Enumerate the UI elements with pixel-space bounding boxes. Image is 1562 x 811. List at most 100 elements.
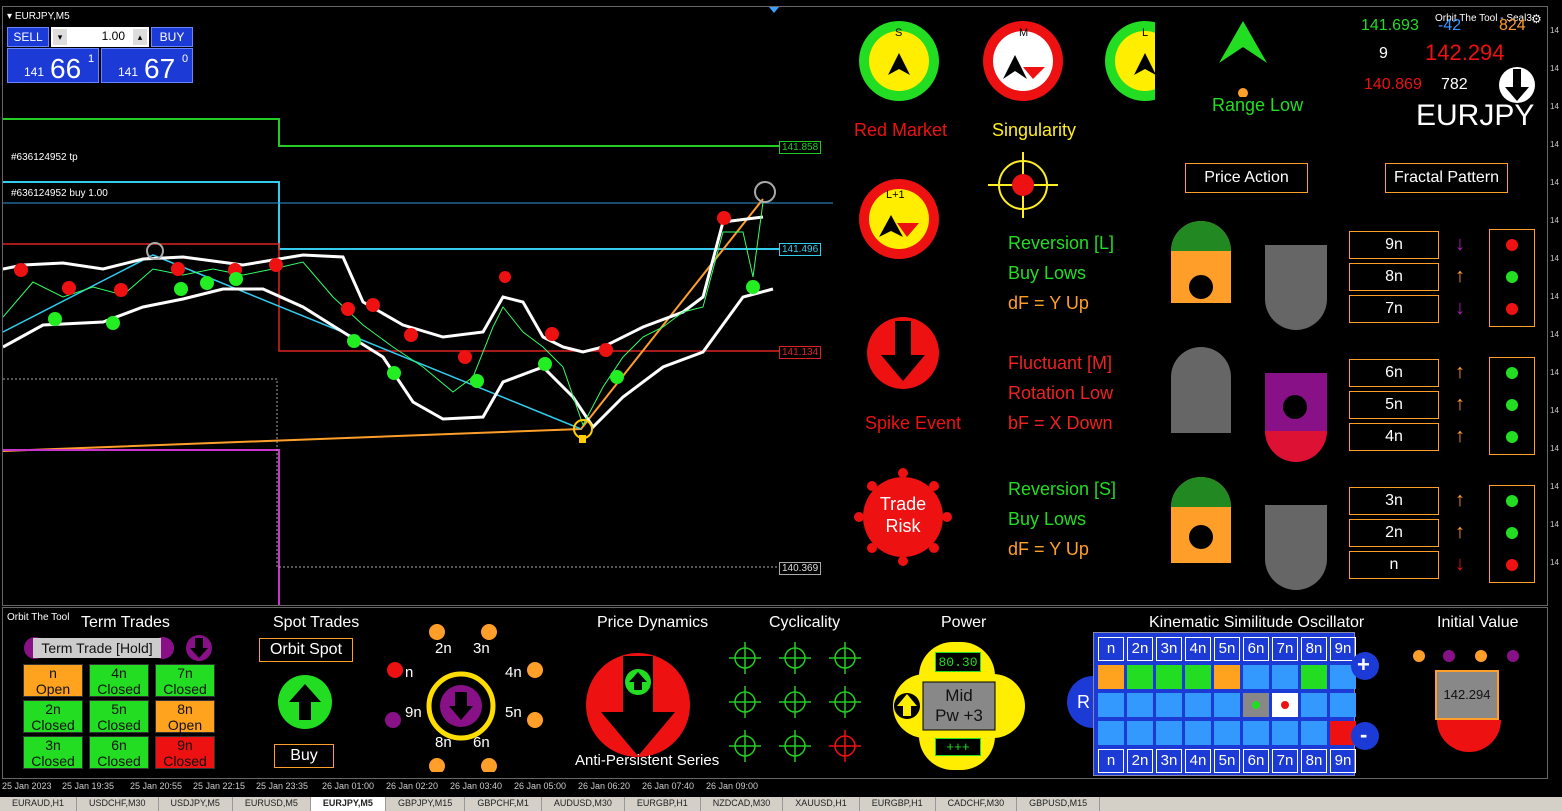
- green-dot-icon: [1506, 399, 1518, 411]
- term-cell[interactable]: 7n Closed: [155, 664, 215, 697]
- fractal-label-box[interactable]: 4n: [1349, 423, 1439, 451]
- orbit-label-9n: 9n: [405, 704, 422, 721]
- chart-tab[interactable]: GBPUSD,M15: [1017, 797, 1101, 811]
- term-cell-n: 8n: [177, 701, 193, 717]
- chart-tab[interactable]: EURUSD,M5: [233, 797, 311, 811]
- term-cell[interactable]: n Open: [23, 664, 83, 697]
- trade-risk-line-1: Trade: [879, 494, 927, 514]
- buy-order-label: #636124952 buy 1.00: [11, 188, 108, 199]
- kso-header-cell: 4n: [1185, 749, 1211, 773]
- initial-value-title: Initial Value: [1437, 614, 1519, 631]
- term-cell[interactable]: 9n Closed: [155, 736, 215, 769]
- fractal-label-box[interactable]: 9n: [1349, 231, 1439, 259]
- fractal-label-box[interactable]: 8n: [1349, 263, 1439, 291]
- price-dynamics-down-icon: [586, 653, 690, 757]
- kso-cell: [1098, 693, 1124, 717]
- cyclicality-title: Cyclicality: [769, 614, 841, 631]
- price-tick: 14: [1550, 216, 1559, 225]
- red-dot-icon: [1506, 303, 1518, 315]
- header-v7: 782: [1441, 76, 1468, 93]
- spot-up-arrow-icon: [278, 675, 332, 729]
- chart-tab[interactable]: USDJPY,M5: [159, 797, 233, 811]
- term-cell[interactable]: 5n Closed: [89, 700, 149, 733]
- kso-cell: [1185, 721, 1211, 745]
- fractal-label-box[interactable]: 6n: [1349, 359, 1439, 387]
- chart-tab[interactable]: EURAUD,H1: [0, 797, 78, 811]
- term-cell[interactable]: 2n Closed: [23, 700, 83, 733]
- settings-gear-icon[interactable]: ⚙: [1531, 12, 1542, 26]
- green-dot-icon: [1506, 367, 1518, 379]
- term-trade-hold-control[interactable]: Term Trade [Hold]: [23, 636, 175, 660]
- chart-tab[interactable]: USDCHF,M30: [77, 797, 159, 811]
- orbit-spot-button[interactable]: Orbit Spot: [259, 638, 353, 662]
- range-low-label: Range Low: [1212, 95, 1304, 115]
- kso-header-cell: 7n: [1272, 749, 1298, 773]
- power-title: Power: [941, 614, 987, 631]
- main-chart[interactable]: ▾ EURJPY,M5 SELL ▾ 1.00 ▴ BUY 141 66 1 1…: [2, 6, 1548, 606]
- entry-cyan-line: [3, 181, 779, 250]
- red-dot-icon: [1506, 239, 1518, 251]
- price-tick: 14: [1550, 26, 1559, 35]
- mid-text: Mid: [945, 686, 973, 705]
- chart-tab[interactable]: XAUUSD,H1: [783, 797, 860, 811]
- channel-lower: [3, 287, 774, 430]
- cyclicality-grid: [729, 642, 861, 762]
- price-tick: 14: [1550, 178, 1559, 187]
- indicator-symbol: EURJPY: [1416, 99, 1535, 132]
- state-3-line-2: Buy Lows: [1008, 509, 1087, 529]
- fractal-label-box[interactable]: 7n: [1349, 295, 1439, 323]
- time-tick: 25 Jan 23:35: [256, 781, 309, 791]
- chart-tab[interactable]: AUDUSD,M30: [542, 797, 625, 811]
- price-scale[interactable]: 14 14 14 14 14 14 14 14 14 14 14 14 14 14 14: [1548, 6, 1562, 606]
- term-cell-n: 5n: [111, 701, 127, 717]
- green-dot-icon: [1506, 495, 1518, 507]
- term-cell[interactable]: 8n Open: [155, 700, 215, 733]
- kso-cell: [1098, 665, 1124, 689]
- chart-tab[interactable]: EURGBP,H1: [625, 797, 701, 811]
- fractal-label-box[interactable]: 5n: [1349, 391, 1439, 419]
- kso-grid: n 2n 3n 4n 5n 6n 7n 8n 9n n 2n 3n 4n 5n 6n 7n 8n 9n: [1093, 632, 1356, 776]
- price-action-button[interactable]: Price Action: [1185, 163, 1308, 193]
- chart-tab[interactable]: GBPCHF,M1: [465, 797, 542, 811]
- fractal-label-box[interactable]: n: [1349, 551, 1439, 579]
- initial-value-price: 142.294: [1435, 670, 1499, 720]
- term-cell-status: Closed: [31, 753, 75, 769]
- kso-header-cell: 6n: [1243, 749, 1269, 773]
- singularity-label: Singularity: [992, 120, 1077, 140]
- term-cell[interactable]: 4n Closed: [89, 664, 149, 697]
- kso-header-cell: 5n: [1214, 637, 1240, 661]
- chart-tab[interactable]: NZDCAD,M30: [701, 797, 784, 811]
- term-trades-title: Term Trades: [81, 614, 170, 631]
- state-3-line-3: dF = Y Up: [1008, 539, 1089, 559]
- kso-header-cell: 5n: [1214, 749, 1240, 773]
- spot-buy-button[interactable]: Buy: [274, 744, 334, 768]
- chart-tab[interactable]: CADCHF,M30: [936, 797, 1018, 811]
- fractal-pattern-button[interactable]: Fractal Pattern: [1385, 163, 1508, 193]
- chart-tab[interactable]: EURGBP,H1: [860, 797, 936, 811]
- price-tick: 14: [1550, 444, 1559, 453]
- kso-cell: [1185, 693, 1211, 717]
- kso-cell: [1156, 721, 1182, 745]
- term-cell-status: Open: [167, 717, 203, 733]
- kso-header-cell: n: [1098, 637, 1124, 661]
- fractal-label-box[interactable]: 3n: [1349, 487, 1439, 515]
- dashed-guide: [3, 378, 779, 568]
- chart-tab[interactable]: GBPJPY,M15: [386, 797, 466, 811]
- kso-cell: [1156, 693, 1182, 717]
- indicator-subwindow[interactable]: Orbit The Tool Term Trades Term Trade [H…: [2, 607, 1548, 779]
- term-cell[interactable]: 6n Closed: [89, 736, 149, 769]
- cyan-zigzag-line: [3, 254, 582, 430]
- time-tick: 25 Jan 19:35: [62, 781, 115, 791]
- fractal-label-box[interactable]: 2n: [1349, 519, 1439, 547]
- kso-minus-button[interactable]: -: [1360, 722, 1367, 748]
- kso-cell: [1214, 693, 1240, 717]
- price-tag-cyan: 141.496: [779, 243, 822, 256]
- magenta-line: [3, 449, 280, 605]
- chart-tab[interactable]: EURJPY,M5: [310, 797, 386, 811]
- kso-cell: [1301, 693, 1327, 717]
- term-cell[interactable]: 3n Closed: [23, 736, 83, 769]
- kso-plus-button[interactable]: +: [1357, 652, 1370, 678]
- term-cell-status: Closed: [97, 681, 141, 697]
- stop-red-line: [3, 243, 779, 352]
- term-cell-status: Closed: [97, 753, 141, 769]
